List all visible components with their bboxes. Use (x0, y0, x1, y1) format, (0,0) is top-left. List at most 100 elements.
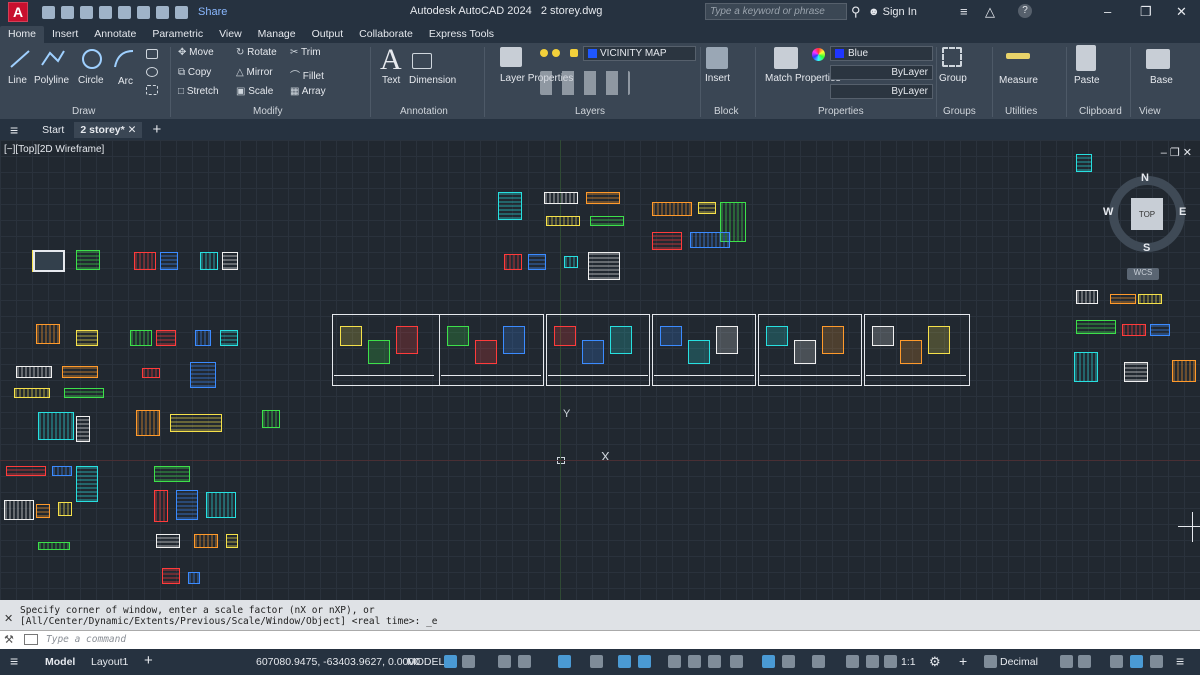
groups-panel-label[interactable]: Groups (943, 106, 976, 117)
array-button[interactable]: ▦ Array (290, 86, 326, 97)
polyline-icon[interactable] (40, 47, 66, 71)
layer-lock-icon[interactable] (570, 49, 578, 57)
hatch-icon[interactable] (146, 85, 158, 95)
save-as-icon[interactable] (99, 5, 112, 19)
dynamic-ucs-icon[interactable] (762, 655, 775, 668)
auto-scale-icon[interactable] (866, 655, 879, 668)
infer-constraints-icon[interactable] (498, 655, 511, 668)
tab-view[interactable]: View (211, 26, 250, 43)
tab-annotate[interactable]: Annotate (86, 26, 144, 43)
search-input[interactable]: Type a keyword or phrase (705, 3, 847, 20)
match-properties-icon[interactable] (774, 47, 798, 69)
layout1-tab[interactable]: Layout1 (91, 656, 128, 668)
insert-icon[interactable] (706, 47, 728, 69)
insert-button[interactable]: Insert (705, 73, 730, 84)
paste-icon[interactable] (1076, 45, 1096, 71)
object-snap-icon[interactable] (638, 655, 651, 668)
transparency-icon[interactable] (688, 655, 701, 668)
move-button[interactable]: ✥ Move (178, 47, 214, 58)
viewport-window-controls[interactable]: – ❐ ✕ (1161, 146, 1192, 159)
lineweight-icon[interactable] (668, 655, 681, 668)
annotation-visibility-icon[interactable] (846, 655, 859, 668)
lock-ui-icon[interactable] (1078, 655, 1091, 668)
scale-dropdown[interactable]: 1:1 (901, 656, 916, 668)
customization-icon[interactable]: ≡ (1176, 653, 1184, 669)
start-tab[interactable]: Start (42, 124, 64, 136)
3d-osnap-icon[interactable] (730, 655, 743, 668)
tab-collaborate[interactable]: Collaborate (351, 26, 421, 43)
quick-properties-icon[interactable] (1060, 655, 1073, 668)
tab-insert[interactable]: Insert (44, 26, 86, 43)
annotation-monitor-icon[interactable]: + (959, 653, 967, 669)
fillet-button[interactable]: ⌒ Fillet (290, 67, 324, 82)
app-logo[interactable]: A (8, 2, 28, 22)
help-icon[interactable]: ? (1018, 4, 1032, 18)
workspace-gear-icon[interactable]: ⚙ (929, 654, 941, 670)
grid-icon[interactable] (444, 655, 457, 668)
paste-button[interactable]: Paste (1074, 75, 1100, 86)
copy-button[interactable]: ⧉ Copy (178, 67, 211, 78)
close-command-icon[interactable]: ✕ (4, 612, 13, 625)
text-icon[interactable]: A (380, 43, 402, 77)
dimension-icon[interactable] (412, 53, 432, 69)
arc-icon[interactable] (112, 47, 136, 71)
mirror-button[interactable]: △ Mirror (236, 67, 273, 78)
coordinates-readout[interactable]: 607080.9475, -63403.9627, 0.0000 (256, 656, 420, 668)
sign-in-button[interactable]: ☻ Sign In (868, 6, 917, 18)
model-tab[interactable]: Model (45, 656, 75, 668)
layer-tools-icon[interactable] (540, 71, 630, 95)
circle-button[interactable]: Circle (78, 75, 104, 86)
minimize-icon[interactable]: – (1104, 4, 1111, 19)
line-icon[interactable] (8, 47, 32, 71)
trim-button[interactable]: ✂ Trim (290, 47, 321, 58)
compass-east[interactable]: E (1179, 206, 1186, 218)
polyline-button[interactable]: Polyline (34, 75, 69, 86)
isodraft-icon[interactable] (590, 655, 603, 668)
tab-express-tools[interactable]: Express Tools (421, 26, 502, 43)
annotation-scale-icon[interactable] (884, 655, 897, 668)
tab-manage[interactable]: Manage (250, 26, 304, 43)
utilities-panel-label[interactable]: Utilities (1005, 106, 1037, 117)
tab-output[interactable]: Output (304, 26, 352, 43)
color-dropdown[interactable]: Blue (830, 46, 933, 61)
circle-icon[interactable] (80, 47, 104, 71)
dimension-button[interactable]: Dimension (409, 75, 456, 86)
rotate-button[interactable]: ↻ Rotate (236, 47, 277, 58)
wcs-button[interactable]: WCS (1127, 268, 1159, 280)
ellipse-icon[interactable] (146, 67, 158, 77)
snap-icon[interactable] (462, 655, 475, 668)
isolate-objects-icon[interactable] (1110, 655, 1123, 668)
status-menu-icon[interactable]: ≡ (10, 653, 18, 669)
properties-panel-label[interactable]: Properties (818, 106, 864, 117)
polar-icon[interactable] (558, 655, 571, 668)
base-button[interactable]: Base (1150, 75, 1173, 86)
close-tab-icon[interactable]: ✕ (128, 124, 137, 136)
save-icon[interactable] (80, 5, 93, 19)
tab-parametric[interactable]: Parametric (144, 26, 211, 43)
compass-west[interactable]: W (1103, 206, 1113, 218)
compass-south[interactable]: S (1143, 242, 1150, 254)
viewport-controls[interactable]: [−][Top][2D Wireframe] (4, 144, 104, 155)
base-view-icon[interactable] (1146, 49, 1170, 69)
clean-screen-icon[interactable] (1150, 655, 1163, 668)
clipboard-panel-label[interactable]: Clipboard (1079, 106, 1122, 117)
block-panel-label[interactable]: Block (714, 106, 738, 117)
viewcube-top[interactable]: TOP (1131, 198, 1163, 230)
lineweight-dropdown[interactable]: ByLayer (830, 84, 933, 99)
redo-icon[interactable] (175, 5, 188, 19)
layers-panel-label[interactable]: Layers (575, 106, 605, 117)
color-wheel-icon[interactable] (812, 48, 825, 61)
measure-button[interactable]: Measure (999, 75, 1038, 86)
text-button[interactable]: Text (382, 75, 400, 86)
plot-icon[interactable] (137, 5, 150, 19)
command-menu-icon[interactable] (24, 634, 38, 645)
selection-filter-icon[interactable] (782, 655, 795, 668)
object-snap-tracking-icon[interactable] (618, 655, 631, 668)
modify-panel-label[interactable]: Modify (253, 106, 282, 117)
current-file-tab[interactable]: 2 storey* ✕ (74, 121, 143, 138)
undo-icon[interactable] (156, 5, 169, 19)
stretch-button[interactable]: □ Stretch (178, 86, 219, 97)
annotation-panel-label[interactable]: Annotation (400, 106, 448, 117)
hamburger-icon[interactable]: ≡ (10, 122, 18, 138)
arc-button[interactable]: Arc (118, 76, 133, 87)
